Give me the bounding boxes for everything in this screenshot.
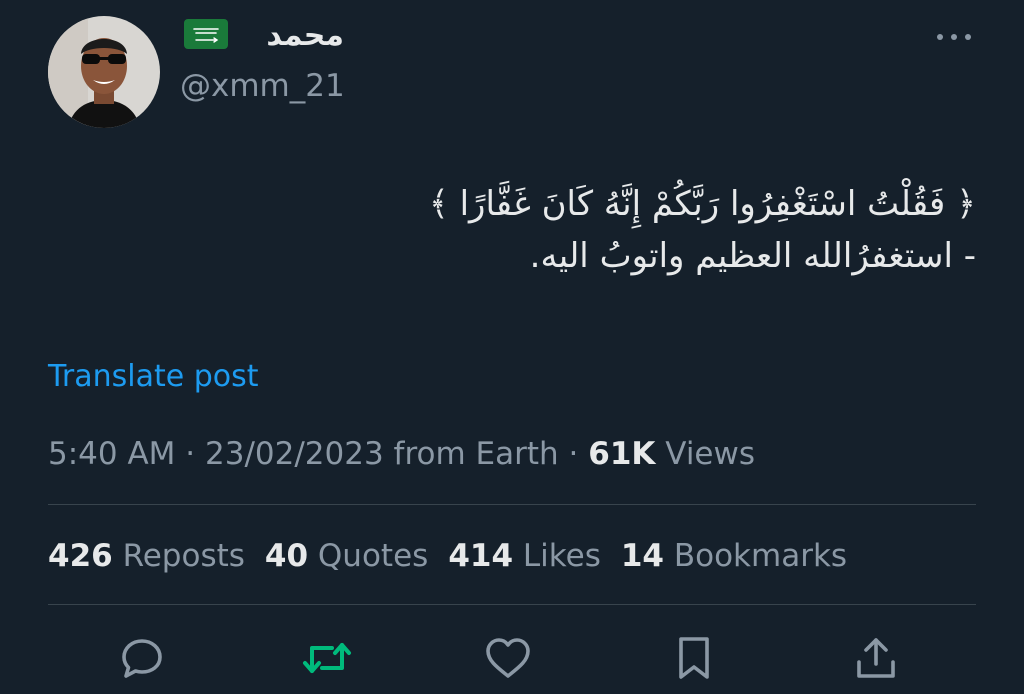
views-count: 61K (588, 436, 656, 472)
more-options-icon[interactable] (930, 22, 978, 52)
like-icon[interactable] (478, 628, 538, 688)
reply-icon[interactable] (112, 628, 172, 688)
avatar[interactable] (48, 16, 160, 128)
translate-post-link[interactable]: Translate post (48, 356, 259, 398)
bookmarks-stat[interactable]: 14 Bookmarks (621, 534, 847, 578)
divider (48, 604, 976, 605)
engagement-stats: 426 Reposts 40 Quotes 414 Likes 14 Bookm… (48, 534, 847, 578)
bookmarks-count: 14 (620, 538, 664, 574)
bookmarks-label: Bookmarks (673, 538, 848, 574)
tweet-date[interactable]: 23/02/2023 (205, 436, 384, 472)
likes-count: 414 (448, 538, 514, 574)
user-handle[interactable]: @xmm_21 (180, 64, 345, 108)
action-bar (0, 628, 1024, 688)
tweet-line: ﴿ فَقُلْتُ اسْتَغْفِرُوا رَبَّكُمْ إِنَّ… (428, 184, 976, 224)
quotes-label: Quotes (317, 538, 429, 574)
share-icon[interactable] (846, 628, 906, 688)
likes-label: Likes (522, 538, 601, 574)
display-name[interactable]: محمد (240, 14, 344, 58)
tweet-time[interactable]: 5:40 AM (48, 436, 175, 472)
reposts-label: Reposts (122, 538, 245, 574)
bookmark-icon[interactable] (664, 628, 724, 688)
tweet-line: - استغفرُالله العظيم واتوبُ اليه. (529, 236, 976, 276)
repost-icon[interactable] (297, 628, 357, 688)
likes-stat[interactable]: 414 Likes (448, 534, 601, 578)
views-label: Views (665, 436, 756, 472)
meta-separator: · (185, 436, 196, 472)
meta-separator: · (568, 436, 579, 472)
reposts-count: 426 (48, 538, 113, 574)
tweet-source: from Earth (393, 436, 559, 472)
saudi-flag-icon (184, 19, 228, 49)
quotes-stat[interactable]: 40 Quotes (265, 534, 428, 578)
tweet-text: ﴿ فَقُلْتُ اسْتَغْفِرُوا رَبَّكُمْ إِنَّ… (76, 178, 976, 282)
quotes-count: 40 (264, 538, 309, 574)
divider (48, 504, 976, 505)
reposts-stat[interactable]: 426 Reposts (48, 534, 245, 578)
tweet-meta: 5:40 AM · 23/02/2023 from Earth · 61K Vi… (48, 432, 755, 476)
